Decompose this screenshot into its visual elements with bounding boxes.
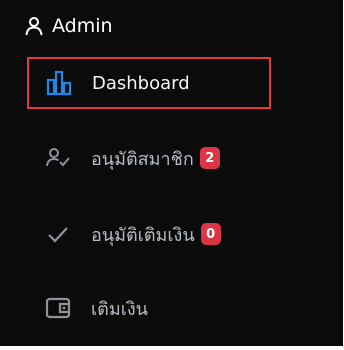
menu-item-approve-members[interactable]: อนุมัติสมาชิก 2: [27, 132, 271, 184]
bar-chart-icon: [46, 70, 72, 96]
menu-item-label: Dashboard: [92, 72, 190, 94]
user-check-icon: [45, 145, 71, 171]
sidebar-header: Admin: [24, 10, 113, 42]
user-icon: [24, 16, 44, 36]
menu-item-label: เติมเงิน: [91, 298, 148, 320]
menu-item-label: อนุมัติสมาชิก: [91, 148, 194, 170]
admin-sidebar: Admin Dashboard อนุมัติสมาชิก 2 อนุมัติเ…: [0, 0, 343, 346]
menu-item-dashboard[interactable]: Dashboard: [27, 57, 271, 109]
pending-count-badge: 0: [200, 223, 221, 245]
menu-item-topup[interactable]: เติมเงิน: [27, 282, 271, 334]
sidebar-title: Admin: [52, 15, 113, 37]
menu-item-label: อนุมัติเติมเงิน: [91, 224, 195, 246]
check-icon: [45, 221, 71, 247]
menu-item-approve-topups[interactable]: อนุมัติเติมเงิน 0: [27, 208, 271, 260]
pending-count-badge: 2: [199, 147, 220, 169]
wallet-icon: [45, 295, 71, 321]
